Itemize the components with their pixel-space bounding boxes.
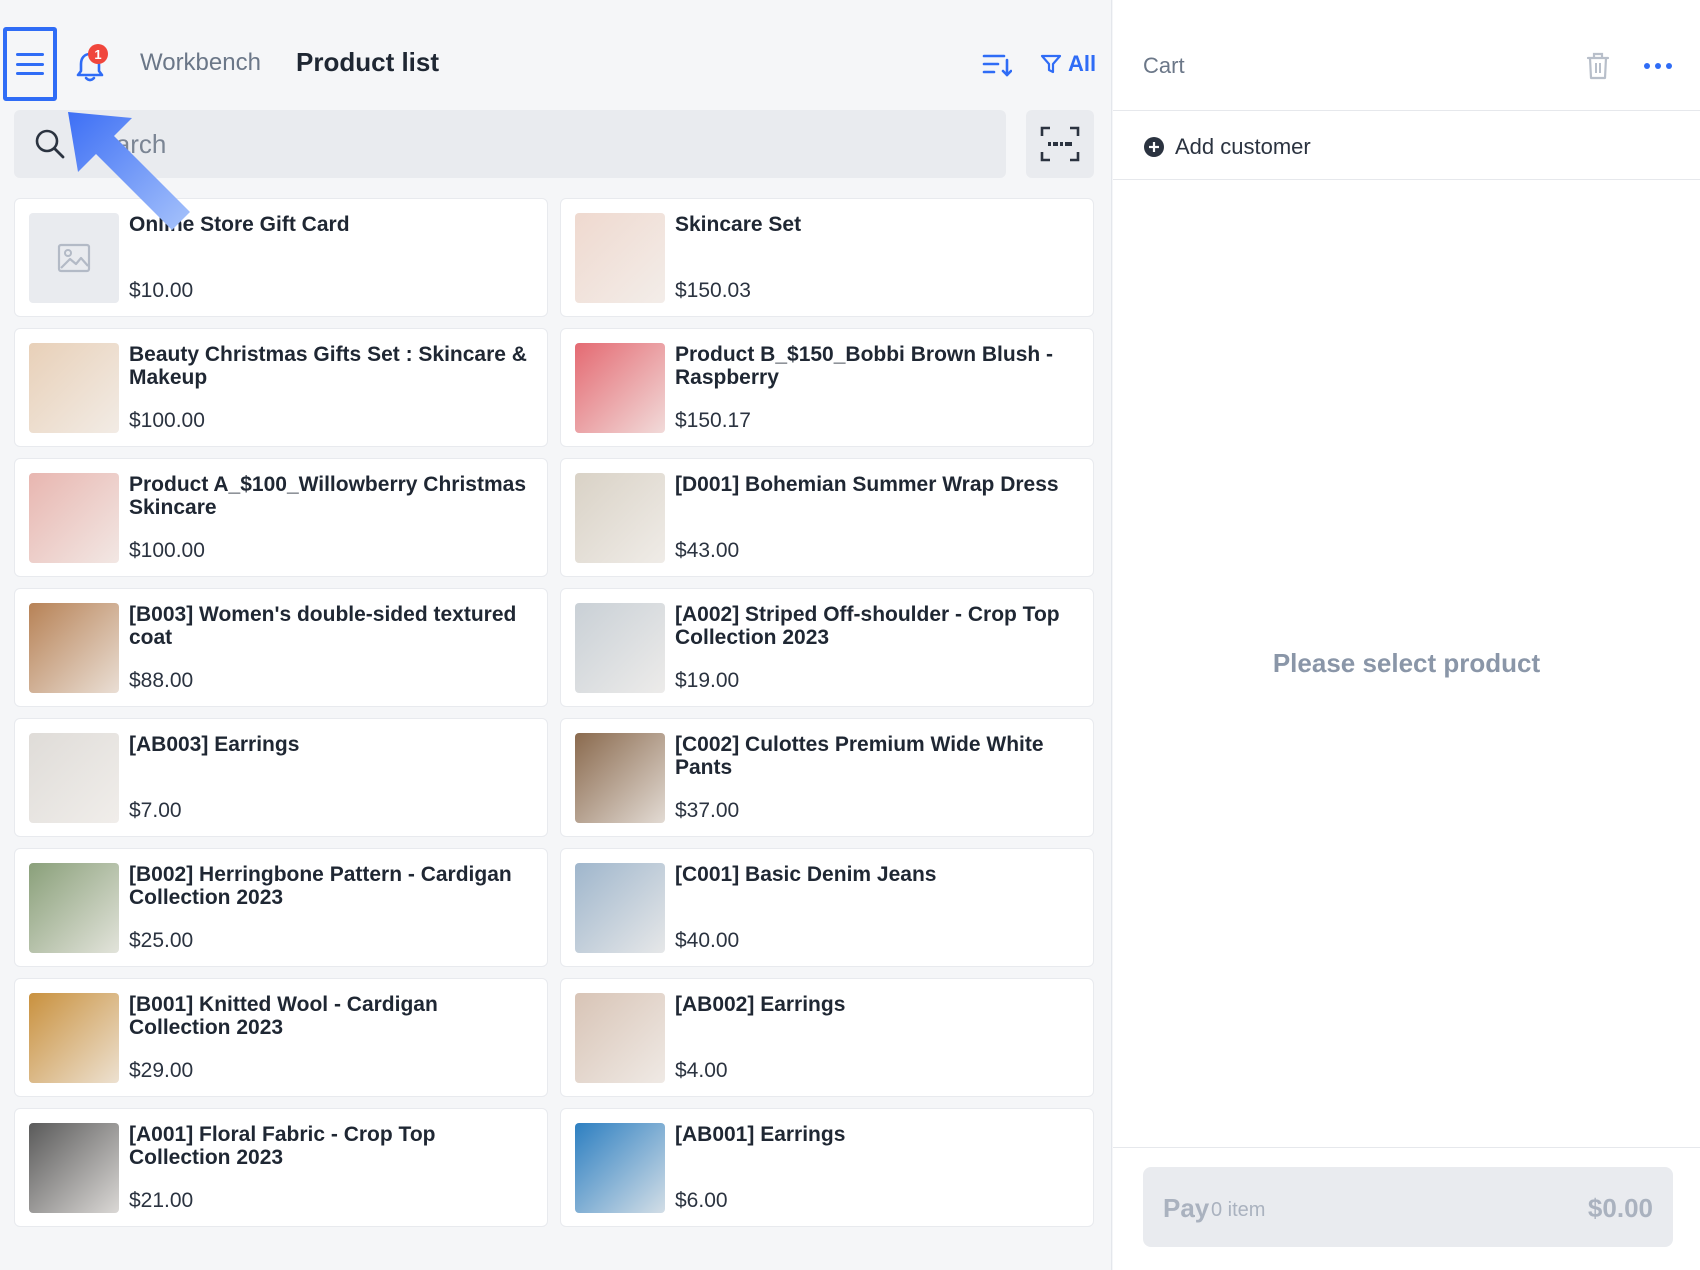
- trash-icon[interactable]: [1586, 52, 1610, 80]
- product-image: [575, 863, 665, 953]
- notification-badge: 1: [88, 44, 108, 64]
- product-price: $150.03: [675, 279, 751, 302]
- pay-label: Pay: [1163, 1193, 1210, 1223]
- product-image: [29, 1123, 119, 1213]
- product-name: Product A_$100_Willowberry Christmas Ski…: [129, 473, 527, 519]
- menu-button[interactable]: [3, 27, 57, 101]
- search-input[interactable]: [84, 120, 984, 168]
- product-card[interactable]: Online Store Gift Card $10.00: [14, 198, 548, 317]
- product-image: [29, 343, 119, 433]
- filter-icon: [1040, 54, 1062, 74]
- plus-circle-icon: [1144, 137, 1164, 157]
- product-price: $7.00: [129, 799, 182, 822]
- product-image: [29, 993, 119, 1083]
- product-card[interactable]: Product B_$150_Bobbi Brown Blush - Raspb…: [560, 328, 1094, 447]
- divider: [1113, 1147, 1700, 1148]
- product-card[interactable]: [AB001] Earrings $6.00: [560, 1108, 1094, 1227]
- cart-title: Cart: [1143, 53, 1185, 78]
- product-image: [29, 603, 119, 693]
- empty-cart-message: Please select product: [1272, 648, 1541, 678]
- product-image: [575, 473, 665, 563]
- product-name: [C002] Culottes Premium Wide White Pants: [675, 733, 1044, 779]
- product-name: [B002] Herringbone Pattern - Cardigan Co…: [129, 863, 512, 909]
- product-card[interactable]: Skincare Set $150.03: [560, 198, 1094, 317]
- product-price: $21.00: [129, 1189, 194, 1212]
- barcode-scan-icon: [1040, 126, 1080, 162]
- product-card[interactable]: Beauty Christmas Gifts Set : Skincare & …: [14, 328, 548, 447]
- product-price: $88.00: [129, 669, 194, 692]
- filter-label: All: [1068, 51, 1097, 76]
- add-customer-label: Add customer: [1175, 134, 1311, 159]
- product-grid: Online Store Gift Card $10.00 Skincare Set…: [14, 198, 1094, 1227]
- product-price: $4.00: [675, 1059, 728, 1082]
- cart-panel: Cart Add customer Please select product …: [1113, 0, 1700, 1270]
- product-image: [29, 473, 119, 563]
- top-bar: 1 Workbench Product list All: [0, 0, 1112, 110]
- product-price: $100.00: [129, 539, 205, 562]
- product-card[interactable]: Product A_$100_Willowberry Christmas Ski…: [14, 458, 548, 577]
- product-name: [A002] Striped Off-shoulder - Crop Top C…: [675, 603, 1060, 649]
- product-name: [AB001] Earrings: [675, 1123, 846, 1146]
- product-price: $10.00: [129, 279, 194, 302]
- search-icon: [35, 129, 65, 159]
- product-name: Product B_$150_Bobbi Brown Blush - Raspb…: [675, 343, 1054, 389]
- product-image: [575, 603, 665, 693]
- more-options-icon[interactable]: [1643, 56, 1673, 76]
- product-name: [C001] Basic Denim Jeans: [675, 863, 937, 886]
- pay-item-count: 0 item: [1211, 1199, 1266, 1221]
- search-bar: [14, 110, 1006, 178]
- product-card[interactable]: [C001] Basic Denim Jeans $40.00: [560, 848, 1094, 967]
- product-image: [575, 1123, 665, 1213]
- product-price: $40.00: [675, 929, 740, 952]
- product-name: [A001] Floral Fabric - Crop Top Collecti…: [129, 1123, 436, 1169]
- product-price: $25.00: [129, 929, 194, 952]
- hamburger-icon: [16, 53, 44, 75]
- product-name: Beauty Christmas Gifts Set : Skincare & …: [129, 343, 527, 389]
- product-card[interactable]: [B001] Knitted Wool - Cardigan Collectio…: [14, 978, 548, 1097]
- filter-button[interactable]: All: [1040, 51, 1096, 77]
- product-card[interactable]: [AB002] Earrings $4.00: [560, 978, 1094, 1097]
- product-name: [AB003] Earrings: [129, 733, 300, 756]
- add-customer-button[interactable]: Add customer: [1143, 134, 1311, 160]
- product-card[interactable]: [A001] Floral Fabric - Crop Top Collecti…: [14, 1108, 548, 1227]
- product-image: [29, 863, 119, 953]
- product-image: [575, 213, 665, 303]
- divider: [1113, 110, 1700, 111]
- pay-button[interactable]: Pay 0 item $0.00: [1143, 1167, 1673, 1247]
- product-card[interactable]: [AB003] Earrings $7.00: [14, 718, 548, 837]
- product-card[interactable]: [C002] Culottes Premium Wide White Pants…: [560, 718, 1094, 837]
- product-image: [575, 343, 665, 433]
- tab-product-list[interactable]: Product list: [296, 47, 439, 78]
- divider: [1113, 179, 1700, 180]
- product-name: Skincare Set: [675, 213, 802, 236]
- tab-workbench[interactable]: Workbench: [140, 49, 261, 77]
- product-price: $100.00: [129, 409, 205, 432]
- product-price: $19.00: [675, 669, 740, 692]
- product-image: [29, 733, 119, 823]
- product-card[interactable]: [B002] Herringbone Pattern - Cardigan Co…: [14, 848, 548, 967]
- barcode-scan-button[interactable]: [1026, 110, 1094, 178]
- product-name: Online Store Gift Card: [129, 213, 350, 236]
- product-price: $6.00: [675, 1189, 728, 1212]
- product-name: [B001] Knitted Wool - Cardigan Collectio…: [129, 993, 438, 1039]
- pay-total: $0.00: [1587, 1193, 1653, 1223]
- product-card[interactable]: [A002] Striped Off-shoulder - Crop Top C…: [560, 588, 1094, 707]
- product-price: $29.00: [129, 1059, 194, 1082]
- sort-icon[interactable]: [982, 52, 1012, 78]
- product-image: [575, 993, 665, 1083]
- product-image: [575, 733, 665, 823]
- product-price: $37.00: [675, 799, 740, 822]
- product-name: [AB002] Earrings: [675, 993, 846, 1016]
- image-placeholder-icon: [29, 213, 119, 303]
- product-name: [D001] Bohemian Summer Wrap Dress: [675, 473, 1059, 496]
- product-price: $43.00: [675, 539, 740, 562]
- product-price: $150.17: [675, 409, 751, 432]
- product-panel: 1 Workbench Product list All Search Onli…: [0, 0, 1112, 1270]
- product-name: [B003] Women's double-sided textured coa…: [129, 603, 517, 649]
- product-card[interactable]: [B003] Women's double-sided textured coa…: [14, 588, 548, 707]
- product-card[interactable]: [D001] Bohemian Summer Wrap Dress $43.00: [560, 458, 1094, 577]
